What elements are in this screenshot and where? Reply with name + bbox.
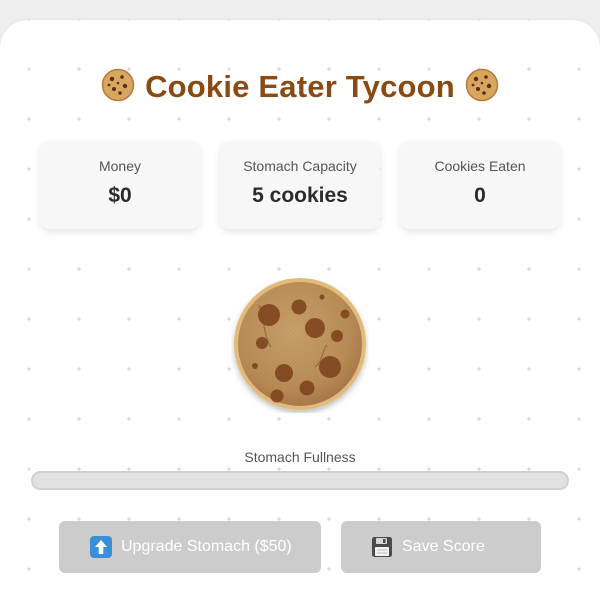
floppy-disk-icon: [371, 536, 393, 558]
cookies-eaten-card: Cookies Eaten 0: [400, 141, 560, 229]
game-panel: Cookie Eater Tycoon Money $0 Stomach Cap…: [0, 20, 600, 600]
stomach-capacity-value: 5 cookies: [252, 184, 348, 207]
cookie-icon: [465, 68, 499, 102]
cookie-icon: [101, 68, 135, 102]
stomach-fullness-label: Stomach Fullness: [244, 449, 356, 465]
stats-row: Money $0 Stomach Capacity 5 cookies Cook…: [40, 141, 560, 229]
upgrade-stomach-label: Upgrade Stomach ($50): [121, 538, 292, 555]
cookies-eaten-label: Cookies Eaten: [434, 158, 526, 174]
save-score-label: Save Score: [402, 538, 485, 555]
money-value: $0: [108, 184, 132, 207]
upgrade-stomach-button[interactable]: Upgrade Stomach ($50): [59, 521, 321, 573]
cookie-icon: [234, 278, 366, 410]
money-label: Money: [98, 158, 142, 174]
stomach-fullness-bar: [31, 471, 569, 490]
stomach-capacity-label: Stomach Capacity: [243, 158, 357, 174]
title-text: Cookie Eater Tycoon: [145, 69, 455, 104]
save-score-button[interactable]: Save Score: [341, 521, 541, 573]
up-arrow-icon: [90, 536, 112, 558]
stomach-capacity-card: Stomach Capacity 5 cookies: [220, 141, 380, 229]
app-page: Cookie Eater Tycoon Money $0 Stomach Cap…: [0, 0, 600, 600]
money-card: Money $0: [40, 141, 200, 229]
page-title: Cookie Eater Tycoon: [0, 68, 600, 105]
cookies-eaten-value: 0: [474, 184, 486, 207]
cookie-button[interactable]: [231, 275, 369, 413]
